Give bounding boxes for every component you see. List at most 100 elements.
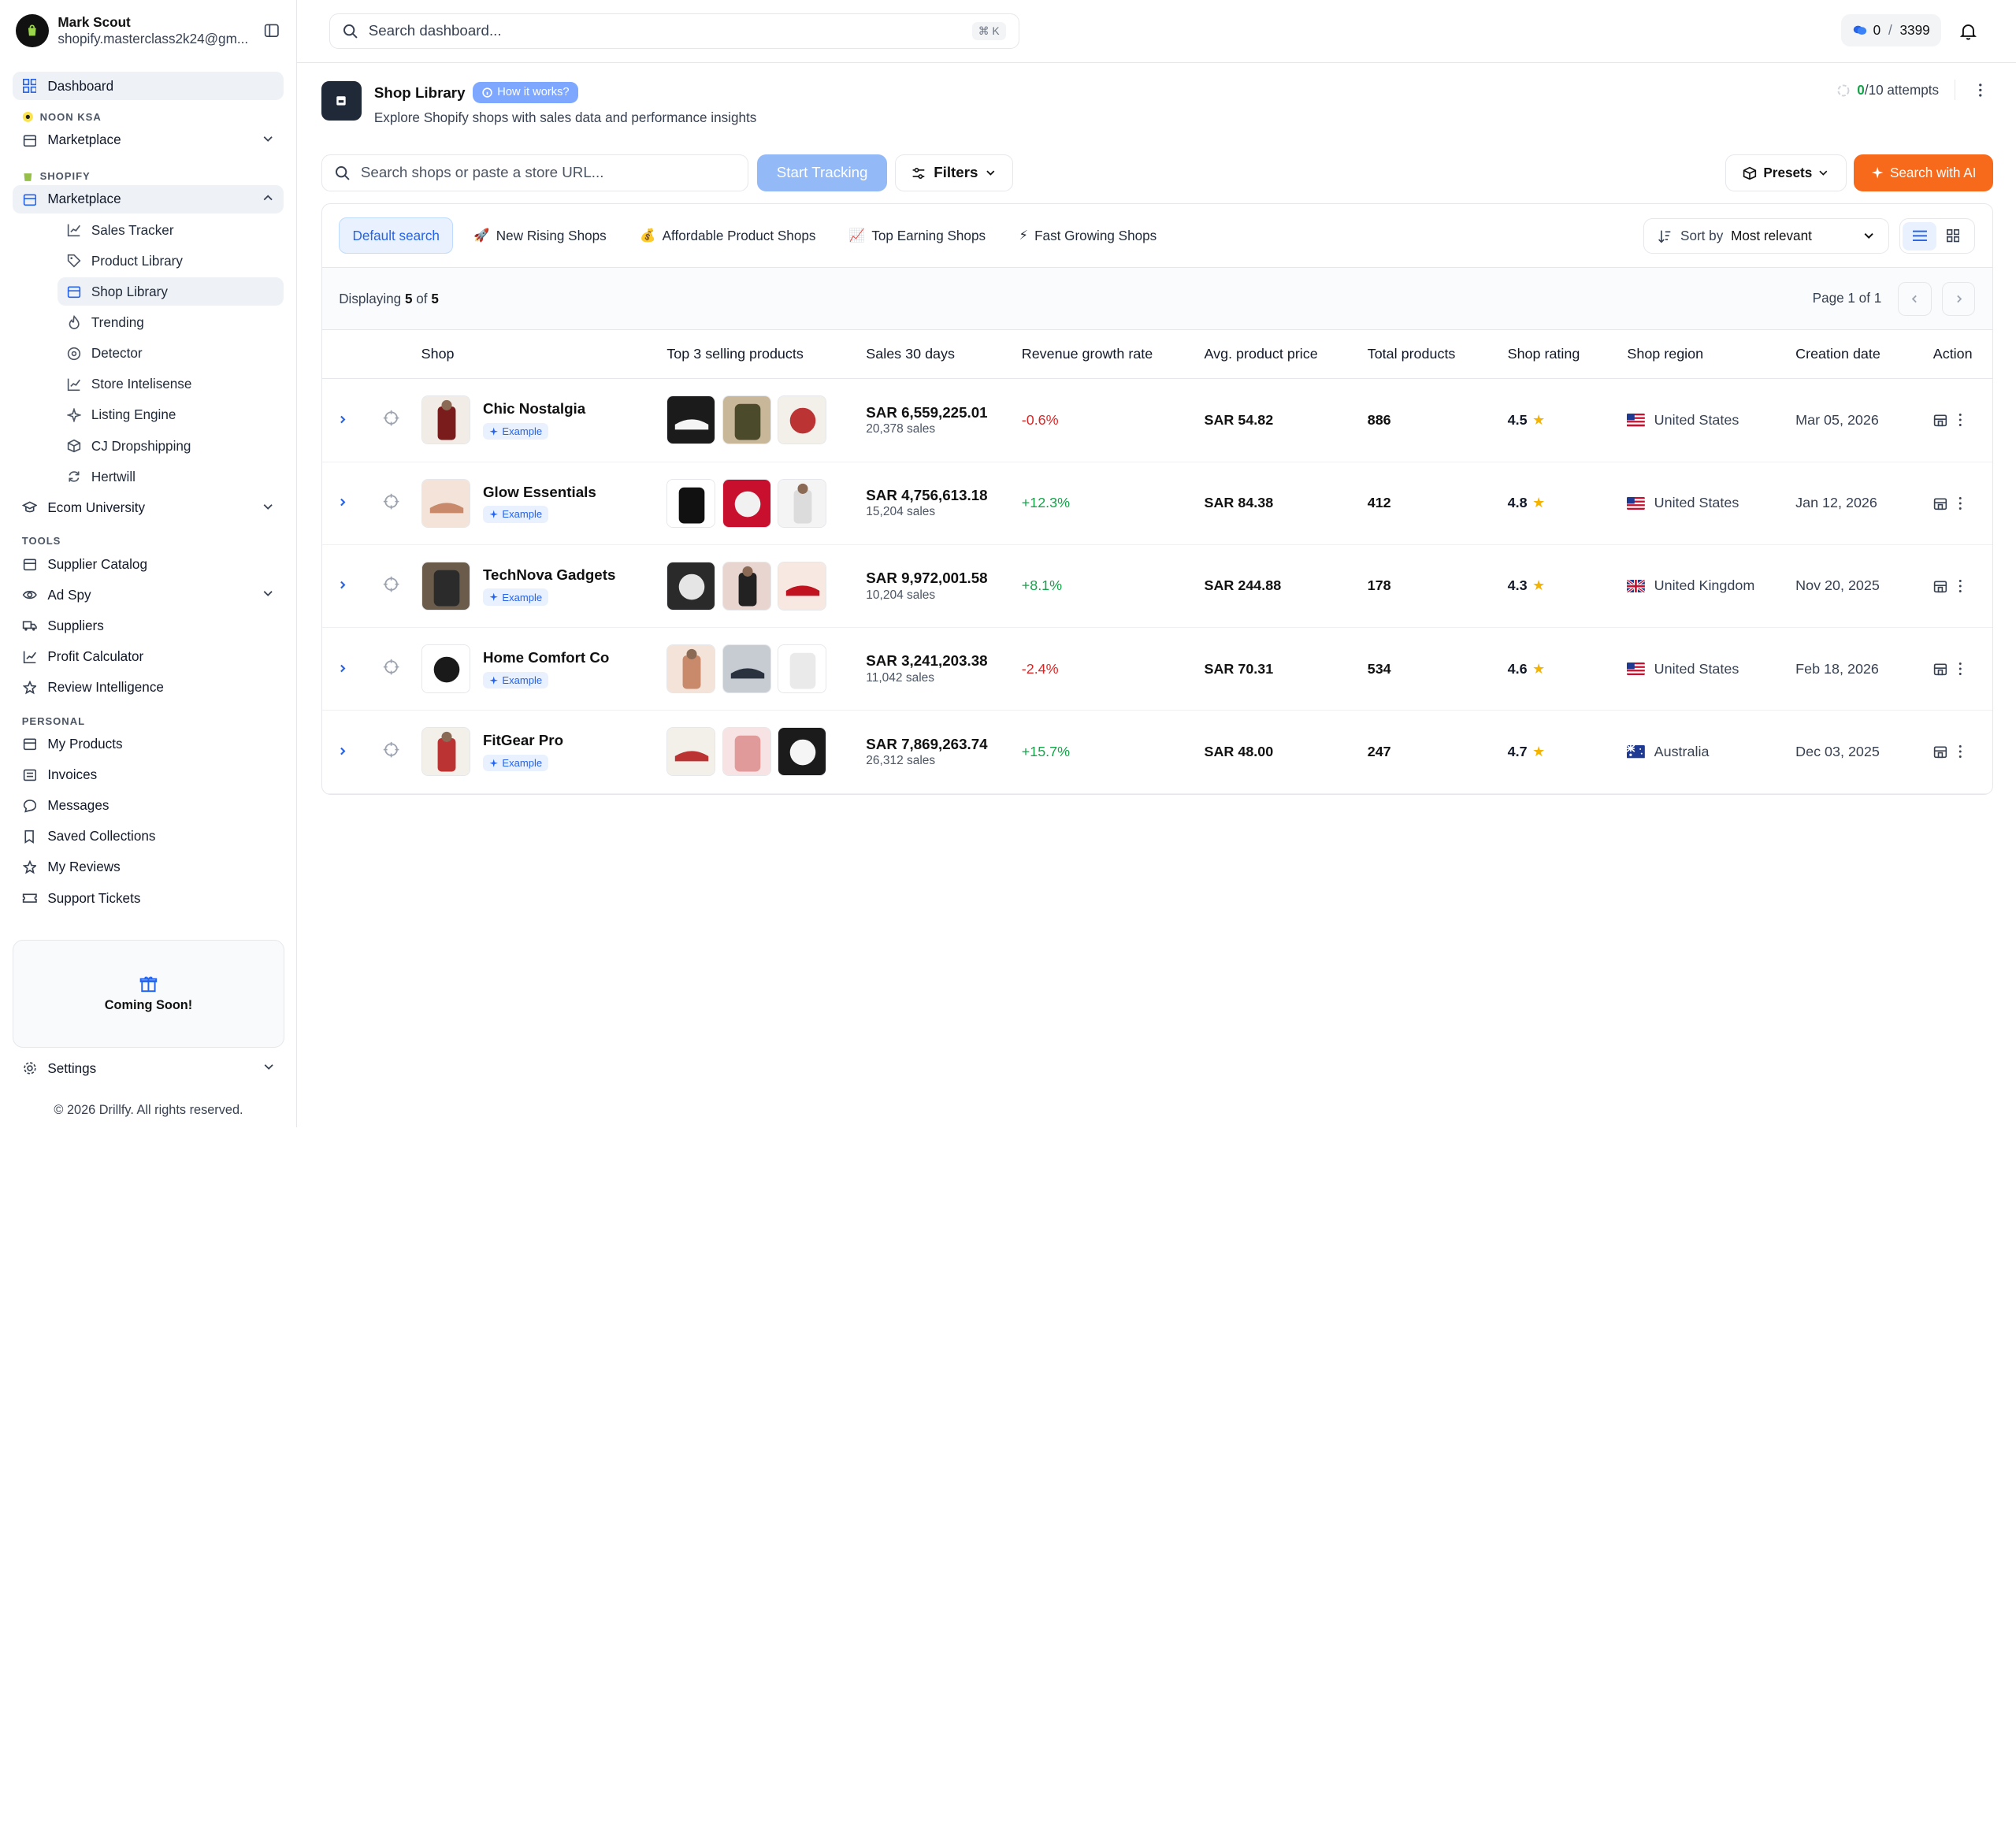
header-revenue-growth[interactable]: Revenue growth rate — [1021, 329, 1205, 380]
sidebar-subitem-hertwill[interactable]: Hertwill — [13, 462, 283, 491]
sidebar-item-profit-calculator[interactable]: Profit Calculator — [13, 643, 283, 671]
more-vertical-icon[interactable] — [1973, 81, 1988, 99]
tab-new-rising-shops[interactable]: 🚀 New Rising Shops — [461, 217, 619, 254]
product-image[interactable] — [666, 644, 716, 694]
expand-row-button[interactable] — [321, 544, 362, 629]
expand-row-button[interactable] — [321, 462, 362, 545]
sidebar-item-my-products[interactable]: My Products — [13, 729, 283, 758]
grid-view-button[interactable] — [1936, 222, 1970, 251]
sidebar-item-settings[interactable]: Settings — [13, 1054, 284, 1082]
product-image[interactable] — [777, 478, 826, 528]
store-icon[interactable] — [1933, 579, 1947, 593]
shop-cell[interactable]: Chic Nostalgia Example — [421, 378, 667, 462]
product-image[interactable] — [777, 727, 826, 777]
start-tracking-button[interactable]: Start Tracking — [757, 154, 888, 192]
header-shop[interactable]: Shop — [421, 329, 667, 380]
table-row[interactable]: Home Comfort Co Example SAR 3,241,203.38… — [321, 627, 1992, 711]
more-vertical-icon[interactable] — [1958, 744, 1963, 759]
sidebar-subitem-trending[interactable]: Trending — [13, 309, 283, 337]
tab-top-earning-shops[interactable]: 📈 Top Earning Shops — [837, 217, 999, 254]
expand-row-button[interactable] — [321, 378, 362, 462]
sidebar-item-shopify-marketplace[interactable]: Marketplace — [13, 184, 284, 213]
product-image[interactable] — [777, 395, 826, 445]
list-view-button[interactable] — [1903, 221, 1936, 251]
header-total-products[interactable]: Total products — [1367, 329, 1508, 380]
product-image[interactable] — [666, 727, 716, 777]
product-image[interactable] — [777, 561, 826, 611]
header-sales[interactable]: Sales 30 days — [866, 329, 1022, 380]
presets-button[interactable]: Presets — [1725, 154, 1847, 192]
tab-fast-growing-shops[interactable]: ⚡ Fast Growing Shops — [1006, 217, 1169, 254]
shop-name[interactable]: Chic Nostalgia — [483, 400, 585, 418]
shop-name[interactable]: Home Comfort Co — [483, 649, 609, 666]
sidebar-item-review-intelligence[interactable]: Review Intelligence — [13, 674, 283, 702]
sidebar-item-my-reviews[interactable]: My Reviews — [13, 853, 283, 882]
more-vertical-icon[interactable] — [1958, 496, 1963, 510]
sidebar-item-dashboard[interactable]: Dashboard — [13, 72, 284, 101]
shop-cell[interactable]: TechNova Gadgets Example — [421, 544, 667, 629]
more-vertical-icon[interactable] — [1958, 413, 1963, 427]
sidebar-toggle-icon[interactable] — [263, 22, 281, 40]
header-avg-price[interactable]: Avg. product price — [1204, 329, 1368, 380]
track-shop-button[interactable] — [362, 378, 421, 462]
sidebar-item-invoices[interactable]: Invoices — [13, 761, 283, 789]
next-page-button[interactable] — [1941, 282, 1976, 316]
shop-cell[interactable]: Home Comfort Co Example — [421, 627, 667, 711]
track-shop-button[interactable] — [362, 710, 421, 794]
table-row[interactable]: Chic Nostalgia Example SAR 6,559,225.01 … — [321, 378, 1992, 462]
table-row[interactable]: FitGear Pro Example SAR 7,869,263.74 26,… — [321, 710, 1992, 794]
sidebar-item-messages[interactable]: Messages — [13, 792, 283, 820]
prev-page-button[interactable] — [1898, 282, 1932, 316]
store-icon[interactable] — [1933, 496, 1947, 510]
product-image[interactable] — [777, 644, 826, 694]
sidebar-subitem-sales-tracker[interactable]: Sales Tracker — [13, 216, 283, 244]
track-shop-button[interactable] — [362, 544, 421, 629]
shop-cell[interactable]: FitGear Pro Example — [421, 710, 667, 794]
sidebar-item-supplier-catalog[interactable]: Supplier Catalog — [13, 550, 283, 578]
sidebar-item-noon-marketplace[interactable]: Marketplace — [13, 126, 283, 154]
expand-row-button[interactable] — [321, 710, 362, 794]
bell-icon[interactable] — [1959, 22, 1977, 40]
header-shop-region[interactable]: Shop region — [1627, 329, 1796, 380]
track-shop-button[interactable] — [362, 627, 421, 711]
sidebar-item-saved-collections[interactable]: Saved Collections — [13, 822, 283, 851]
track-shop-button[interactable] — [362, 462, 421, 545]
sidebar-subitem-store-intelisense[interactable]: Store Intelisense — [13, 370, 283, 399]
shop-search-input[interactable]: Search shops or paste a store URL... — [321, 154, 748, 192]
credits-counter[interactable]: 0 / 3399 — [1840, 13, 1942, 46]
shop-name[interactable]: TechNova Gadgets — [483, 566, 615, 584]
table-row[interactable]: TechNova Gadgets Example SAR 9,972,001.5… — [321, 544, 1992, 629]
sidebar-subitem-detector[interactable]: Detector — [13, 340, 283, 368]
shop-name[interactable]: FitGear Pro — [483, 732, 563, 749]
sidebar-item-support-tickets[interactable]: Support Tickets — [13, 884, 283, 912]
dashboard-search-input[interactable]: Search dashboard... ⌘ K — [329, 13, 1020, 50]
sidebar-item-ad-spy[interactable]: Ad Spy — [13, 581, 283, 609]
more-vertical-icon[interactable] — [1958, 662, 1963, 676]
search-with-ai-button[interactable]: Search with AI — [1854, 154, 1993, 192]
sort-select[interactable]: Sort by Most relevant — [1643, 217, 1890, 254]
profile-header[interactable]: Mark Scout shopify.masterclass2k24@gm... — [0, 0, 296, 61]
sidebar-item-suppliers[interactable]: Suppliers — [13, 611, 283, 640]
header-shop-rating[interactable]: Shop rating — [1507, 329, 1628, 380]
product-image[interactable] — [722, 395, 771, 445]
tab-default-search[interactable]: Default search — [339, 217, 454, 254]
product-image[interactable] — [722, 644, 771, 694]
sidebar-item-ecom-university[interactable]: Ecom University — [13, 493, 283, 521]
more-vertical-icon[interactable] — [1958, 579, 1963, 593]
sidebar-subitem-shop-library[interactable]: Shop Library — [58, 277, 284, 306]
sidebar-subitem-product-library[interactable]: Product Library — [13, 247, 283, 275]
shop-name[interactable]: Glow Essentials — [483, 484, 596, 501]
product-image[interactable] — [666, 395, 716, 445]
table-row[interactable]: Glow Essentials Example SAR 4,756,613.18… — [321, 462, 1992, 545]
store-icon[interactable] — [1933, 662, 1947, 676]
product-image[interactable] — [722, 727, 771, 777]
product-image[interactable] — [666, 561, 716, 611]
sidebar-subitem-cj-dropshipping[interactable]: CJ Dropshipping — [13, 432, 283, 460]
product-image[interactable] — [666, 478, 716, 528]
how-it-works-button[interactable]: How it works? — [473, 81, 579, 104]
header-creation-date[interactable]: Creation date — [1795, 329, 1933, 380]
product-image[interactable] — [722, 478, 771, 528]
product-image[interactable] — [722, 561, 771, 611]
shop-cell[interactable]: Glow Essentials Example — [421, 462, 667, 545]
expand-row-button[interactable] — [321, 627, 362, 711]
